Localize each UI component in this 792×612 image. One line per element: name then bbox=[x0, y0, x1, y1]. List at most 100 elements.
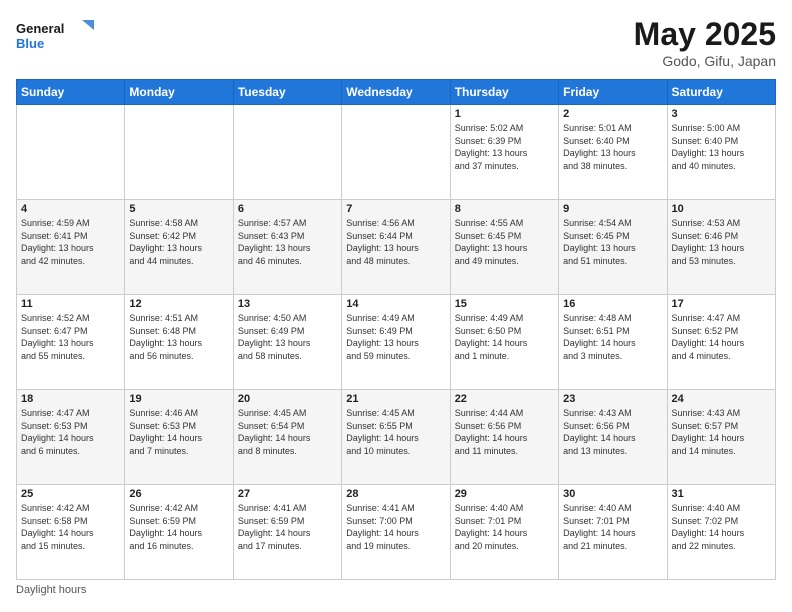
title-block: May 2025 Godo, Gifu, Japan bbox=[634, 16, 776, 69]
footer-note: Daylight hours bbox=[16, 584, 776, 596]
day-info: Sunrise: 4:53 AM Sunset: 6:46 PM Dayligh… bbox=[672, 217, 771, 267]
day-number: 23 bbox=[563, 393, 662, 405]
day-info: Sunrise: 4:54 AM Sunset: 6:45 PM Dayligh… bbox=[563, 217, 662, 267]
col-saturday: Saturday bbox=[667, 80, 775, 105]
day-number: 26 bbox=[129, 488, 228, 500]
table-row: 13Sunrise: 4:50 AM Sunset: 6:49 PM Dayli… bbox=[233, 295, 341, 390]
table-row: 20 Sunrise: 4:45 AM Sunset: 6:54 PM Dayli… bbox=[233, 390, 341, 485]
table-row: 24 Sunrise: 4:43 AM Sunset: 6:57 PM Dayli… bbox=[667, 390, 775, 485]
day-number: 9 bbox=[563, 203, 662, 215]
calendar-week-row: 11Sunrise: 4:52 AM Sunset: 6:47 PM Dayli… bbox=[17, 295, 776, 390]
day-number: 21 bbox=[346, 393, 445, 405]
table-row: 23Sunrise: 4:43 AM Sunset: 6:56 PM Dayli… bbox=[559, 390, 667, 485]
day-info: Sunrise: 5:00 AM Sunset: 6:40 PM Dayligh… bbox=[672, 122, 771, 172]
day-number: 16 bbox=[563, 298, 662, 310]
day-info: Sunrise: 4:43 AM Sunset: 6:57 PM Dayligh… bbox=[672, 407, 771, 457]
logo: General Blue bbox=[16, 16, 96, 56]
day-info: Sunrise: 4:52 AM Sunset: 6:47 PM Dayligh… bbox=[21, 312, 120, 362]
day-info: Sunrise: 4:42 AM Sunset: 6:58 PM Dayligh… bbox=[21, 502, 120, 552]
day-number: 20 bbox=[238, 393, 337, 405]
table-row: 19 Sunrise: 4:46 AM Sunset: 6:53 PM Dayli… bbox=[125, 390, 233, 485]
col-sunday: Sunday bbox=[17, 80, 125, 105]
day-info: Sunrise: 5:01 AM Sunset: 6:40 PM Dayligh… bbox=[563, 122, 662, 172]
day-number: 1 bbox=[455, 108, 554, 120]
day-info: Sunrise: 4:51 AM Sunset: 6:48 PM Dayligh… bbox=[129, 312, 228, 362]
day-number: 5 bbox=[129, 203, 228, 215]
col-thursday: Thursday bbox=[450, 80, 558, 105]
table-row: 3 Sunrise: 5:00 AM Sunset: 6:40 PM Daylig… bbox=[667, 105, 775, 200]
day-number: 3 bbox=[672, 108, 771, 120]
day-info: Sunrise: 4:42 AM Sunset: 6:59 PM Dayligh… bbox=[129, 502, 228, 552]
page: General Blue May 2025 Godo, Gifu, Japan … bbox=[0, 0, 792, 612]
svg-text:General: General bbox=[16, 21, 64, 36]
calendar-header-row: Sunday Monday Tuesday Wednesday Thursday… bbox=[17, 80, 776, 105]
daylight-hours-label: Daylight hours bbox=[16, 584, 86, 596]
table-row bbox=[233, 105, 341, 200]
table-row bbox=[17, 105, 125, 200]
table-row: 27Sunrise: 4:41 AM Sunset: 6:59 PM Dayli… bbox=[233, 485, 341, 580]
day-info: Sunrise: 4:58 AM Sunset: 6:42 PM Dayligh… bbox=[129, 217, 228, 267]
day-info: Sunrise: 4:41 AM Sunset: 7:00 PM Dayligh… bbox=[346, 502, 445, 552]
table-row: 2 Sunrise: 5:01 AM Sunset: 6:40 PM Daylig… bbox=[559, 105, 667, 200]
table-row: 11Sunrise: 4:52 AM Sunset: 6:47 PM Dayli… bbox=[17, 295, 125, 390]
day-info: Sunrise: 4:46 AM Sunset: 6:53 PM Dayligh… bbox=[129, 407, 228, 457]
calendar-body: 1 Sunrise: 5:02 AM Sunset: 6:39 PM Daylig… bbox=[17, 105, 776, 580]
table-row: 16 Sunrise: 4:48 AM Sunset: 6:51 PM Dayli… bbox=[559, 295, 667, 390]
day-number: 17 bbox=[672, 298, 771, 310]
day-number: 14 bbox=[346, 298, 445, 310]
table-row: 4 Sunrise: 4:59 AM Sunset: 6:41 PM Daylig… bbox=[17, 200, 125, 295]
day-number: 29 bbox=[455, 488, 554, 500]
day-number: 2 bbox=[563, 108, 662, 120]
svg-text:Blue: Blue bbox=[16, 36, 44, 51]
table-row: 17 Sunrise: 4:47 AM Sunset: 6:52 PM Dayli… bbox=[667, 295, 775, 390]
table-row: 26 Sunrise: 4:42 AM Sunset: 6:59 PM Dayli… bbox=[125, 485, 233, 580]
day-number: 24 bbox=[672, 393, 771, 405]
day-info: Sunrise: 4:40 AM Sunset: 7:01 PM Dayligh… bbox=[455, 502, 554, 552]
day-info: Sunrise: 4:50 AM Sunset: 6:49 PM Dayligh… bbox=[238, 312, 337, 362]
calendar-table: Sunday Monday Tuesday Wednesday Thursday… bbox=[16, 79, 776, 580]
table-row: 12 Sunrise: 4:51 AM Sunset: 6:48 PM Dayli… bbox=[125, 295, 233, 390]
day-info: Sunrise: 4:41 AM Sunset: 6:59 PM Dayligh… bbox=[238, 502, 337, 552]
day-info: Sunrise: 4:47 AM Sunset: 6:52 PM Dayligh… bbox=[672, 312, 771, 362]
table-row: 31 Sunrise: 4:40 AM Sunset: 7:02 PM Dayli… bbox=[667, 485, 775, 580]
month-year: May 2025 bbox=[634, 16, 776, 53]
day-number: 19 bbox=[129, 393, 228, 405]
day-number: 25 bbox=[21, 488, 120, 500]
table-row: 5 Sunrise: 4:58 AM Sunset: 6:42 PM Daylig… bbox=[125, 200, 233, 295]
location: Godo, Gifu, Japan bbox=[634, 53, 776, 69]
day-info: Sunrise: 4:55 AM Sunset: 6:45 PM Dayligh… bbox=[455, 217, 554, 267]
table-row: 30Sunrise: 4:40 AM Sunset: 7:01 PM Dayli… bbox=[559, 485, 667, 580]
day-info: Sunrise: 4:40 AM Sunset: 7:01 PM Dayligh… bbox=[563, 502, 662, 552]
day-number: 31 bbox=[672, 488, 771, 500]
table-row: 18Sunrise: 4:47 AM Sunset: 6:53 PM Dayli… bbox=[17, 390, 125, 485]
day-info: Sunrise: 4:49 AM Sunset: 6:49 PM Dayligh… bbox=[346, 312, 445, 362]
table-row bbox=[342, 105, 450, 200]
day-info: Sunrise: 4:59 AM Sunset: 6:41 PM Dayligh… bbox=[21, 217, 120, 267]
day-number: 10 bbox=[672, 203, 771, 215]
day-info: Sunrise: 4:47 AM Sunset: 6:53 PM Dayligh… bbox=[21, 407, 120, 457]
table-row: 29 Sunrise: 4:40 AM Sunset: 7:01 PM Dayli… bbox=[450, 485, 558, 580]
calendar-week-row: 25 Sunrise: 4:42 AM Sunset: 6:58 PM Dayli… bbox=[17, 485, 776, 580]
col-friday: Friday bbox=[559, 80, 667, 105]
table-row: 22Sunrise: 4:44 AM Sunset: 6:56 PM Dayli… bbox=[450, 390, 558, 485]
table-row: 14 Sunrise: 4:49 AM Sunset: 6:49 PM Dayli… bbox=[342, 295, 450, 390]
day-number: 15 bbox=[455, 298, 554, 310]
day-number: 12 bbox=[129, 298, 228, 310]
day-number: 6 bbox=[238, 203, 337, 215]
day-info: Sunrise: 4:40 AM Sunset: 7:02 PM Dayligh… bbox=[672, 502, 771, 552]
col-wednesday: Wednesday bbox=[342, 80, 450, 105]
table-row: 15 Sunrise: 4:49 AM Sunset: 6:50 PM Dayli… bbox=[450, 295, 558, 390]
day-info: Sunrise: 4:44 AM Sunset: 6:56 PM Dayligh… bbox=[455, 407, 554, 457]
table-row: 21Sunrise: 4:45 AM Sunset: 6:55 PM Dayli… bbox=[342, 390, 450, 485]
day-info: Sunrise: 4:57 AM Sunset: 6:43 PM Dayligh… bbox=[238, 217, 337, 267]
table-row: 7Sunrise: 4:56 AM Sunset: 6:44 PM Daylig… bbox=[342, 200, 450, 295]
col-monday: Monday bbox=[125, 80, 233, 105]
day-number: 4 bbox=[21, 203, 120, 215]
day-info: Sunrise: 4:48 AM Sunset: 6:51 PM Dayligh… bbox=[563, 312, 662, 362]
table-row: 6 Sunrise: 4:57 AM Sunset: 6:43 PM Daylig… bbox=[233, 200, 341, 295]
table-row: 10 Sunrise: 4:53 AM Sunset: 6:46 PM Dayli… bbox=[667, 200, 775, 295]
day-info: Sunrise: 5:02 AM Sunset: 6:39 PM Dayligh… bbox=[455, 122, 554, 172]
day-info: Sunrise: 4:49 AM Sunset: 6:50 PM Dayligh… bbox=[455, 312, 554, 362]
calendar-week-row: 4 Sunrise: 4:59 AM Sunset: 6:41 PM Daylig… bbox=[17, 200, 776, 295]
day-info: Sunrise: 4:45 AM Sunset: 6:54 PM Dayligh… bbox=[238, 407, 337, 457]
